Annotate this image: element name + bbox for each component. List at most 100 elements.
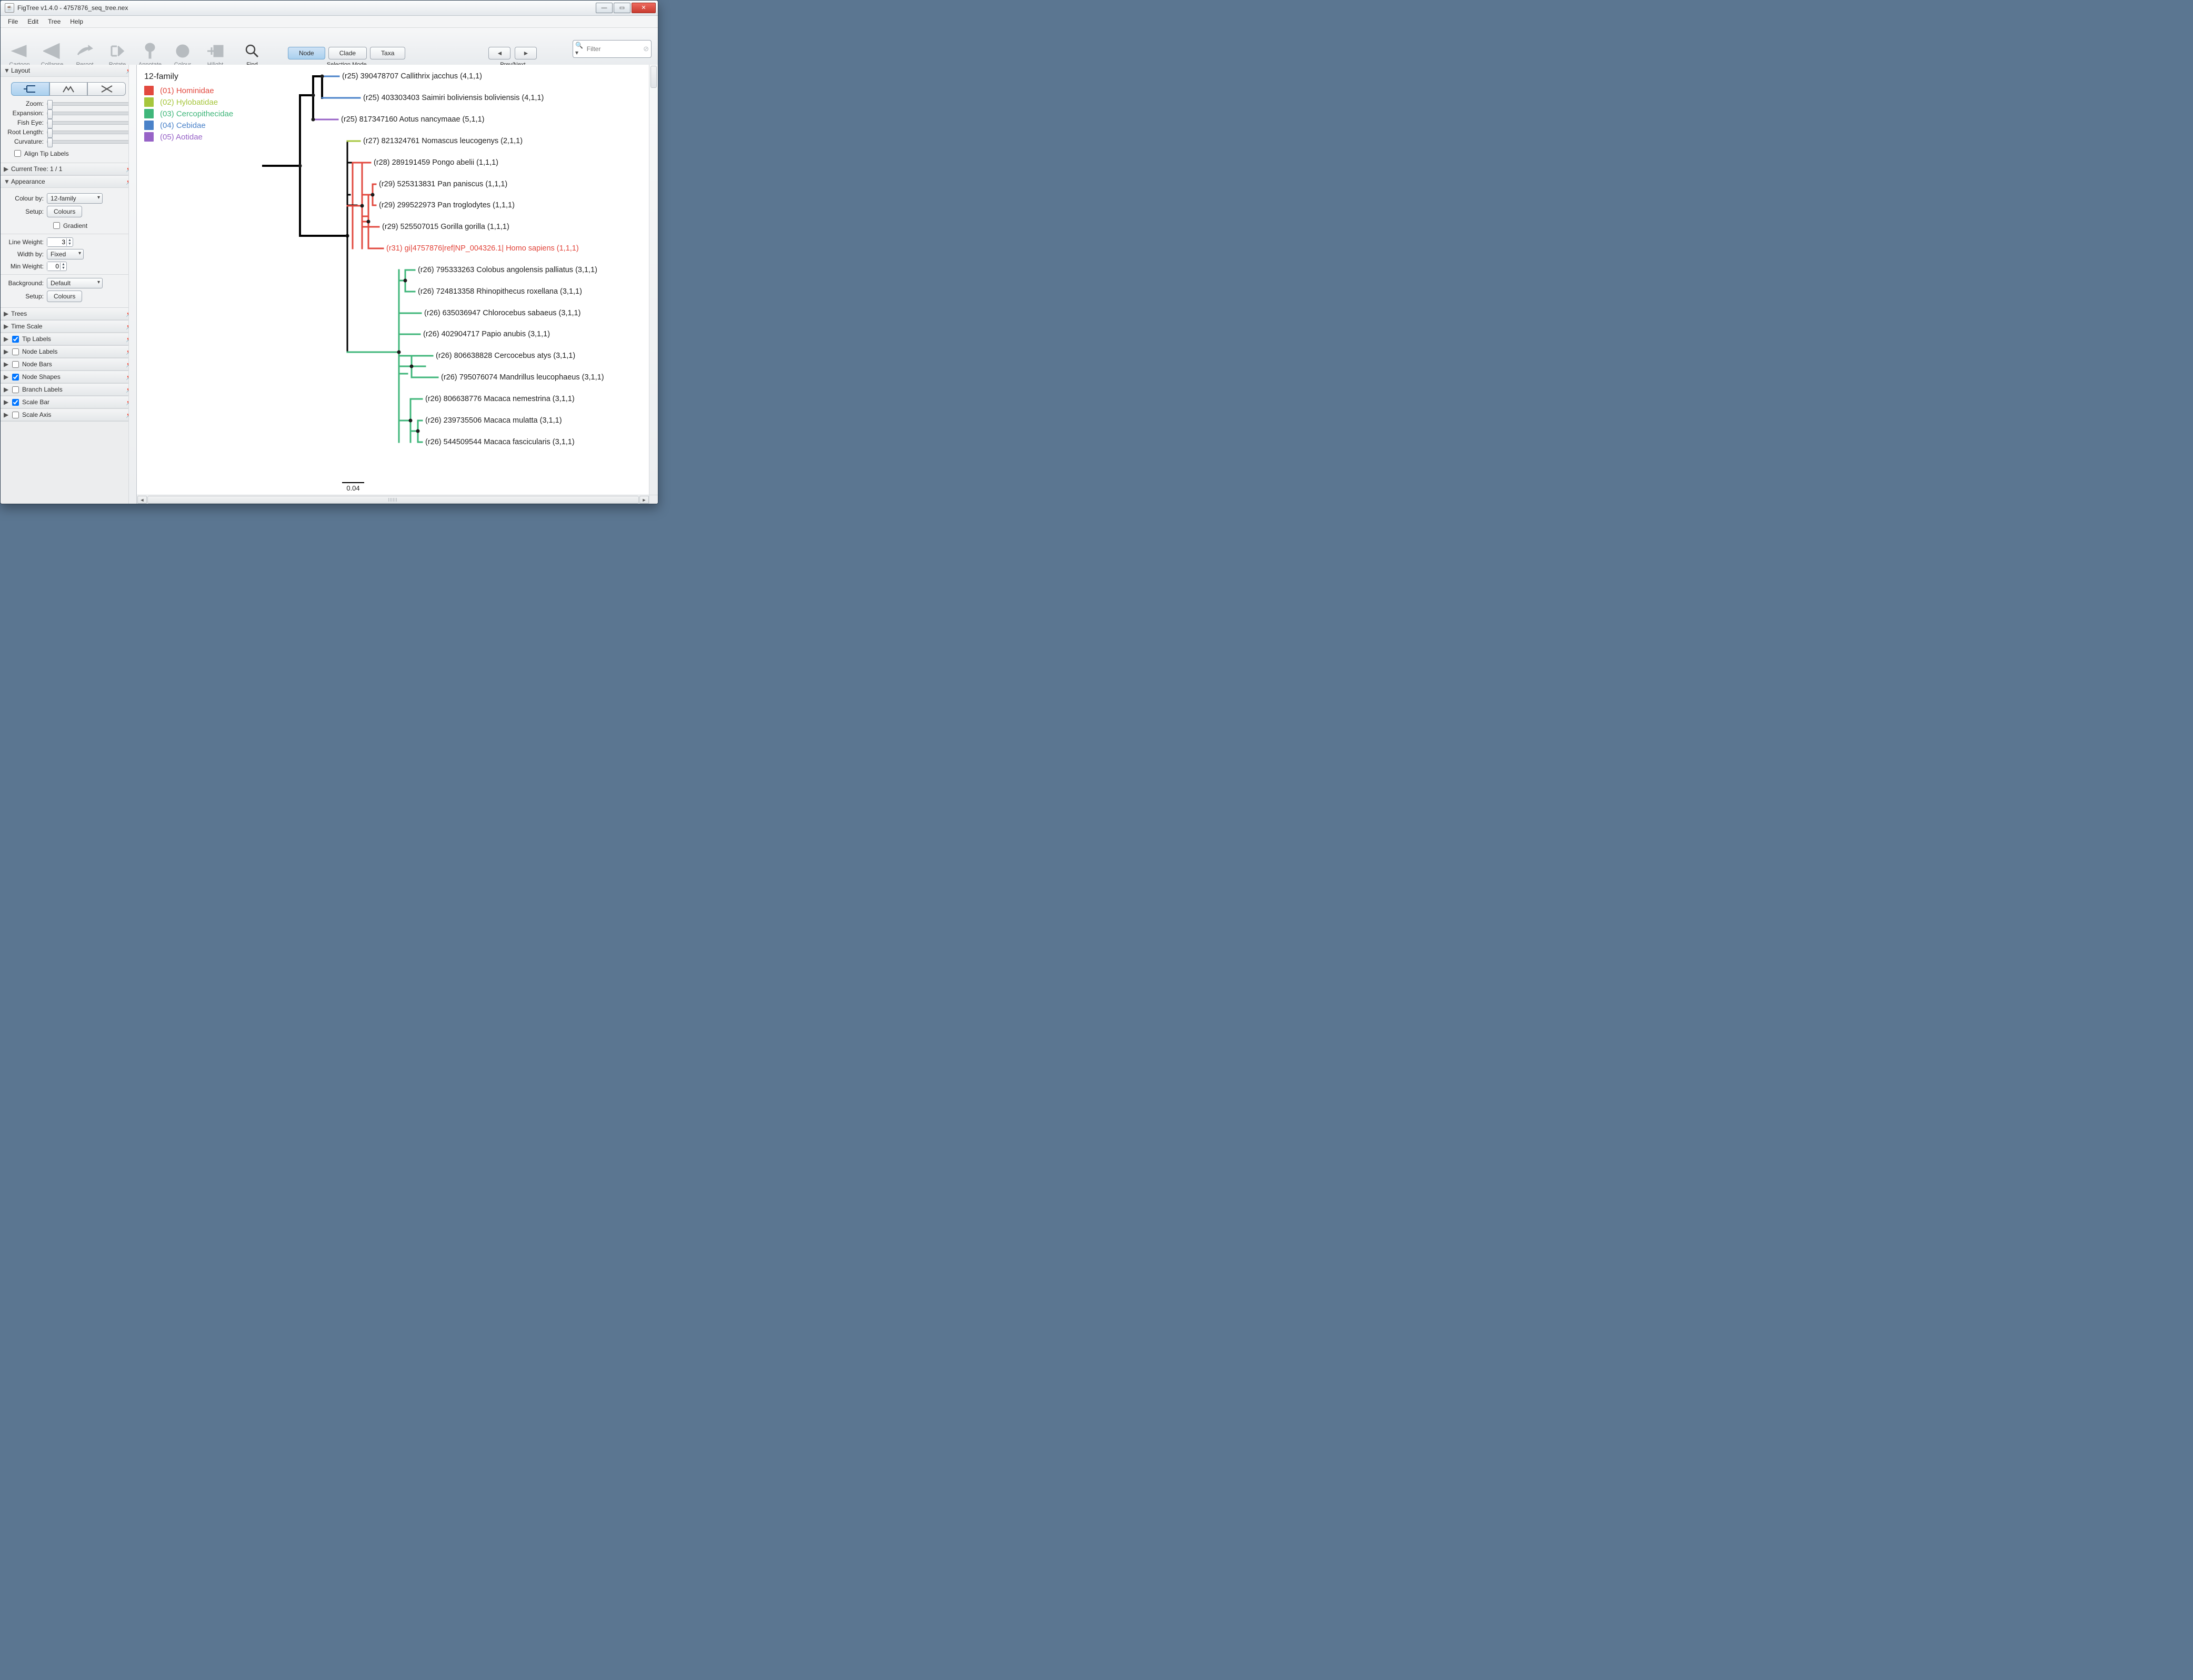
tip-label[interactable]: (r25) 390478707 Callithrix jacchus (4,1,… xyxy=(342,72,482,81)
horizontal-scrollbar[interactable]: ◄ ► xyxy=(137,495,649,504)
tip-label[interactable]: (r26) 806638828 Cercocebus atys (3,1,1) xyxy=(436,352,575,360)
scroll-corner xyxy=(649,495,658,504)
branchlabels-checkbox[interactable] xyxy=(12,386,19,393)
pin-icon[interactable]: 📌 xyxy=(126,336,133,343)
menu-edit[interactable]: Edit xyxy=(23,17,43,26)
section-header-timescale[interactable]: ▶Time Scale📌 xyxy=(1,321,136,333)
scalebar-checkbox[interactable] xyxy=(12,399,19,406)
rootlength-slider[interactable] xyxy=(47,131,132,134)
nodebars-checkbox[interactable] xyxy=(12,361,19,368)
toolbar-rotate[interactable]: Rotate xyxy=(103,42,132,68)
filter-input-wrapper[interactable]: 🔍▾ ⊘ xyxy=(573,40,652,58)
selection-node[interactable]: Node xyxy=(288,47,325,59)
section-header-branchlabels[interactable]: ▶Branch Labels📌 xyxy=(1,384,136,396)
width-by-select[interactable]: Fixed xyxy=(47,249,84,259)
tip-label[interactable]: (r25) 403303403 Saimiri boliviensis boli… xyxy=(363,94,544,102)
layout-polar[interactable] xyxy=(49,82,88,96)
toolbar-collapse[interactable]: Collapse xyxy=(37,42,67,68)
vertical-scrollbar[interactable] xyxy=(649,65,658,495)
selection-taxa[interactable]: Taxa xyxy=(370,47,405,59)
pin-icon[interactable]: 📌 xyxy=(126,348,133,355)
tip-label[interactable]: (r26) 544509544 Macaca fascicularis (3,1… xyxy=(425,438,575,446)
section-header-layout[interactable]: ▼ Layout 📌 xyxy=(1,65,136,77)
align-tips-checkbox[interactable]: Align Tip Labels xyxy=(12,148,132,158)
pin-icon[interactable]: 📌 xyxy=(126,323,133,330)
tip-label[interactable]: (r28) 289191459 Pongo abelii (1,1,1) xyxy=(374,158,498,167)
line-weight-spinner[interactable]: ▲▼ xyxy=(47,237,73,247)
filter-input[interactable] xyxy=(586,45,643,53)
background-select[interactable]: Default xyxy=(47,278,103,288)
colours-button-2[interactable]: Colours xyxy=(47,291,82,302)
tip-label[interactable]: (r29) 299522973 Pan troglodytes (1,1,1) xyxy=(379,201,515,209)
chevron-down-icon: ▼ xyxy=(4,67,9,74)
menu-file[interactable]: File xyxy=(4,17,22,26)
scroll-right-button[interactable]: ► xyxy=(639,496,649,504)
section-nodeshapes: ▶Node Shapes📌 xyxy=(1,371,136,384)
pin-icon[interactable]: 📌 xyxy=(126,178,133,185)
nodeshapes-checkbox[interactable] xyxy=(12,374,19,381)
toolbar-find[interactable]: Find xyxy=(237,42,267,68)
section-header-nodebars[interactable]: ▶Node Bars📌 xyxy=(1,358,136,371)
pin-icon[interactable]: 📌 xyxy=(126,412,133,418)
toolbar-hilight[interactable]: Hilight xyxy=(201,42,230,68)
section-header-nodeshapes[interactable]: ▶Node Shapes📌 xyxy=(1,371,136,383)
tiplabels-checkbox[interactable] xyxy=(12,336,19,343)
menu-bar: File Edit Tree Help xyxy=(1,16,658,28)
section-header-trees[interactable]: ▶Trees📌 xyxy=(1,308,136,320)
section-header-current-tree[interactable]: ▶ Current Tree: 1 / 1 📌 xyxy=(1,163,136,175)
prev-button[interactable]: ◄ xyxy=(488,47,510,59)
pin-icon[interactable]: 📌 xyxy=(126,374,133,381)
pin-icon[interactable]: 📌 xyxy=(126,166,133,173)
tip-label[interactable]: (r26) 724813358 Rhinopithecus roxellana … xyxy=(418,287,582,296)
tip-label[interactable]: (r26) 402904717 Papio anubis (3,1,1) xyxy=(423,330,550,338)
tip-label[interactable]: (r26) 795333263 Colobus angolensis palli… xyxy=(418,266,597,274)
gradient-checkbox[interactable]: Gradient xyxy=(51,221,132,231)
colours-button[interactable]: Colours xyxy=(47,206,82,217)
selection-clade[interactable]: Clade xyxy=(328,47,367,59)
close-button[interactable]: ✕ xyxy=(632,3,656,13)
maximize-button[interactable]: ▭ xyxy=(614,3,630,13)
tip-label[interactable]: (r31) gi|4757876|ref|NP_004326.1| Homo s… xyxy=(386,244,579,253)
tip-label[interactable]: (r26) 239735506 Macaca mulatta (3,1,1) xyxy=(425,416,562,425)
section-header-scaleaxis[interactable]: ▶Scale Axis📌 xyxy=(1,409,136,421)
tip-label[interactable]: (r29) 525507015 Gorilla gorilla (1,1,1) xyxy=(382,223,509,231)
fisheye-slider[interactable] xyxy=(47,121,132,125)
app-icon: ☕ xyxy=(5,3,14,13)
layout-rectangular[interactable] xyxy=(11,82,49,96)
toolbar-annotate[interactable]: Annotate xyxy=(135,42,165,68)
pin-icon[interactable]: 📌 xyxy=(126,399,133,406)
menu-help[interactable]: Help xyxy=(66,17,87,26)
zoom-slider[interactable] xyxy=(47,102,132,106)
layout-radial[interactable] xyxy=(87,82,126,96)
pin-icon[interactable]: 📌 xyxy=(126,311,133,317)
clear-filter-icon[interactable]: ⊘ xyxy=(643,45,649,53)
toolbar-reroot[interactable]: Reroot xyxy=(70,42,99,68)
toolbar-colour[interactable]: Colour xyxy=(168,42,197,68)
pin-icon[interactable]: 📌 xyxy=(126,386,133,393)
expansion-slider[interactable] xyxy=(47,112,132,115)
section-layout: ▼ Layout 📌 Zoom: Expansion: Fish Eye: Ro… xyxy=(1,65,136,163)
min-weight-spinner[interactable]: ▲▼ xyxy=(47,262,67,271)
pin-icon[interactable]: 📌 xyxy=(126,361,133,368)
scroll-left-button[interactable]: ◄ xyxy=(137,496,147,504)
pin-icon[interactable]: 📌 xyxy=(126,67,133,74)
tip-label[interactable]: (r27) 821324761 Nomascus leucogenys (2,1… xyxy=(363,137,523,145)
next-button[interactable]: ► xyxy=(515,47,537,59)
tip-label[interactable]: (r26) 635036947 Chlorocebus sabaeus (3,1… xyxy=(424,309,580,317)
toolbar-cartoon[interactable]: Cartoon xyxy=(5,42,34,68)
section-header-scalebar[interactable]: ▶Scale Bar📌 xyxy=(1,396,136,408)
nodelabels-checkbox[interactable] xyxy=(12,348,19,355)
curvature-slider[interactable] xyxy=(47,140,132,144)
tip-label[interactable]: (r26) 806638776 Macaca nemestrina (3,1,1… xyxy=(425,395,575,403)
colour-by-select[interactable]: 12-family xyxy=(47,193,103,204)
scaleaxis-checkbox[interactable] xyxy=(12,412,19,418)
menu-tree[interactable]: Tree xyxy=(44,17,65,26)
minimize-button[interactable]: — xyxy=(596,3,613,13)
section-header-tiplabels[interactable]: ▶Tip Labels📌 xyxy=(1,333,136,345)
section-header-appearance[interactable]: ▼ Appearance 📌 xyxy=(1,176,136,188)
tip-label[interactable]: (r26) 795076074 Mandrillus leucophaeus (… xyxy=(441,373,604,382)
section-header-nodelabels[interactable]: ▶Node Labels📌 xyxy=(1,346,136,358)
tip-label[interactable]: (r25) 817347160 Aotus nancymaae (5,1,1) xyxy=(341,115,484,124)
tip-label[interactable]: (r29) 525313831 Pan paniscus (1,1,1) xyxy=(379,180,507,188)
tree-canvas[interactable]: 12-family (01) Hominidae(02) Hylobatidae… xyxy=(137,65,658,504)
